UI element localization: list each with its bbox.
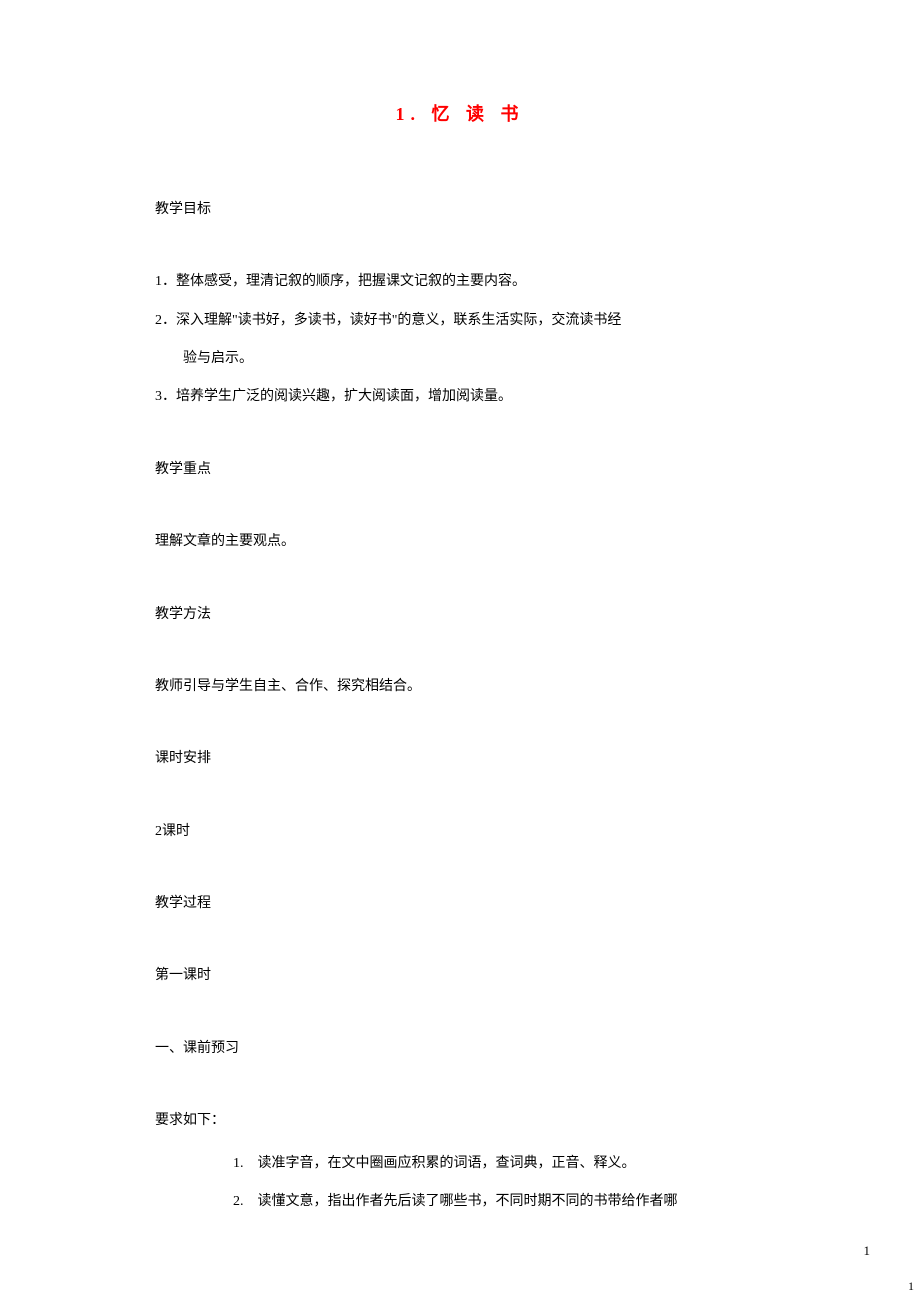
heading-prestudy: 一、课前预习 [155, 1038, 765, 1060]
goals-list: 1．整体感受，理清记叙的顺序，把握课文记叙的主要内容。 2．深入理解"读书好，多… [155, 271, 765, 409]
goal-item-3: 3．培养学生广泛的阅读兴趣，扩大阅读面，增加阅读量。 [155, 386, 765, 408]
page-number-corner: 1 [908, 1277, 914, 1296]
heading-emphasis: 教学重点 [155, 459, 765, 481]
heading-process: 教学过程 [155, 893, 765, 915]
page-number-right: 1 [864, 1241, 871, 1262]
heading-requirements: 要求如下： [155, 1110, 765, 1132]
heading-goals: 教学目标 [155, 199, 765, 221]
method-text: 教师引导与学生自主、合作、探究相结合。 [155, 676, 765, 698]
document-title: 1. 忆 读 书 [155, 100, 765, 129]
requirement-item-2: 2. 读懂文意，指出作者先后读了哪些书，不同时期不同的书带给作者哪 [155, 1191, 765, 1213]
schedule-text: 2课时 [155, 821, 765, 843]
heading-schedule: 课时安排 [155, 748, 765, 770]
goal-item-2-line1: 2．深入理解"读书好，多读书，读好书"的意义，联系生活实际，交流读书经 [155, 310, 765, 332]
heading-lesson1: 第一课时 [155, 965, 765, 987]
goal-item-1: 1．整体感受，理清记叙的顺序，把握课文记叙的主要内容。 [155, 271, 765, 293]
requirements-list: 1. 读准字音，在文中圈画应积累的词语，查词典，正音、释义。 2. 读懂文意，指… [155, 1153, 765, 1214]
goal-item-2-line2: 验与启示。 [155, 348, 765, 370]
requirement-item-1: 1. 读准字音，在文中圈画应积累的词语，查词典，正音、释义。 [155, 1153, 765, 1175]
heading-method: 教学方法 [155, 604, 765, 626]
emphasis-text: 理解文章的主要观点。 [155, 531, 765, 553]
